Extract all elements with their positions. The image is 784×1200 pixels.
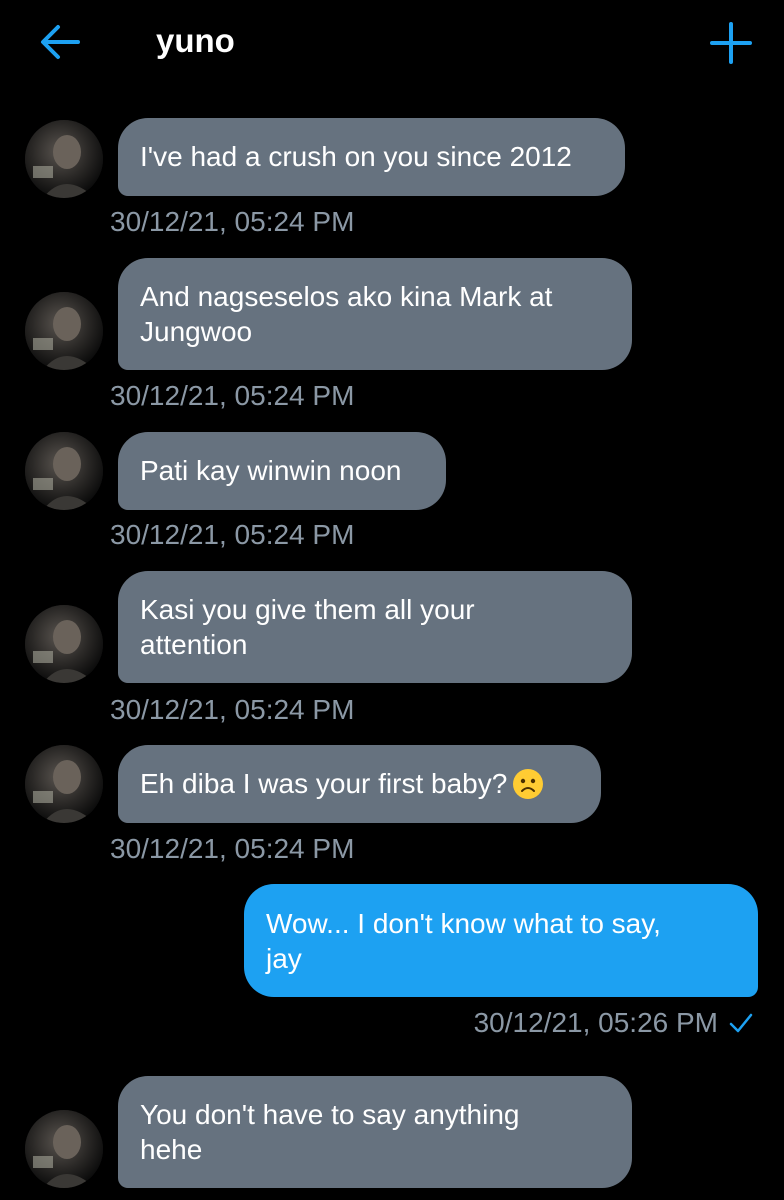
message-timestamp: 30/12/21, 05:24 PM bbox=[110, 833, 355, 864]
conversation-header: yuno bbox=[0, 0, 784, 90]
message-text-line: jay bbox=[266, 943, 302, 974]
message-text-line: Jungwoo bbox=[140, 316, 253, 347]
incoming-message-bubble[interactable]: Pati kay winwin noon bbox=[118, 432, 446, 510]
message-timestamp: 30/12/21, 05:24 PM bbox=[110, 519, 355, 550]
message-timestamp: 30/12/21, 05:26 PM bbox=[473, 1007, 718, 1038]
add-button[interactable] bbox=[708, 20, 754, 66]
message-text-line: attention bbox=[140, 629, 248, 660]
avatar[interactable] bbox=[25, 432, 103, 510]
frowning-face-icon bbox=[513, 769, 544, 799]
avatar[interactable] bbox=[25, 292, 103, 370]
incoming-message-bubble[interactable]: Kasi you give them all your attention bbox=[118, 571, 632, 683]
message-text-line: Kasi you give them all your bbox=[140, 594, 475, 625]
arrow-left-icon bbox=[41, 25, 80, 59]
message-timestamp: 30/12/21, 05:24 PM bbox=[110, 206, 355, 237]
avatar[interactable] bbox=[25, 745, 103, 823]
message-timestamp: 30/12/21, 05:24 PM bbox=[110, 694, 355, 725]
avatar[interactable] bbox=[25, 1110, 103, 1188]
message-text-line: hehe bbox=[140, 1134, 203, 1165]
message-timestamp: 30/12/21, 05:24 PM bbox=[110, 380, 355, 411]
message-text-line: Wow... I don't know what to say, bbox=[266, 908, 661, 939]
plus-icon bbox=[710, 22, 752, 64]
message-text: Eh diba I was your first baby? bbox=[140, 768, 508, 799]
outgoing-message-bubble[interactable]: Wow... I don't know what to say, jay bbox=[244, 884, 758, 997]
check-icon bbox=[729, 1013, 753, 1033]
incoming-message-bubble[interactable]: You don't have to say anything hehe bbox=[118, 1076, 632, 1188]
message-text: I've had a crush on you since 2012 bbox=[140, 141, 572, 172]
back-button[interactable] bbox=[38, 22, 82, 62]
incoming-message-bubble[interactable]: Eh diba I was your first baby? bbox=[118, 745, 601, 823]
conversation-title[interactable]: yuno bbox=[156, 22, 235, 60]
message-text-line: And nagseselos ako kina Mark at bbox=[140, 281, 553, 312]
incoming-message-bubble[interactable]: I've had a crush on you since 2012 bbox=[118, 118, 625, 196]
incoming-message-bubble[interactable]: And nagseselos ako kina Mark at Jungwoo bbox=[118, 258, 632, 370]
avatar[interactable] bbox=[25, 605, 103, 683]
message-text: Pati kay winwin noon bbox=[140, 455, 402, 486]
message-text-line: You don't have to say anything bbox=[140, 1099, 520, 1130]
avatar[interactable] bbox=[25, 120, 103, 198]
